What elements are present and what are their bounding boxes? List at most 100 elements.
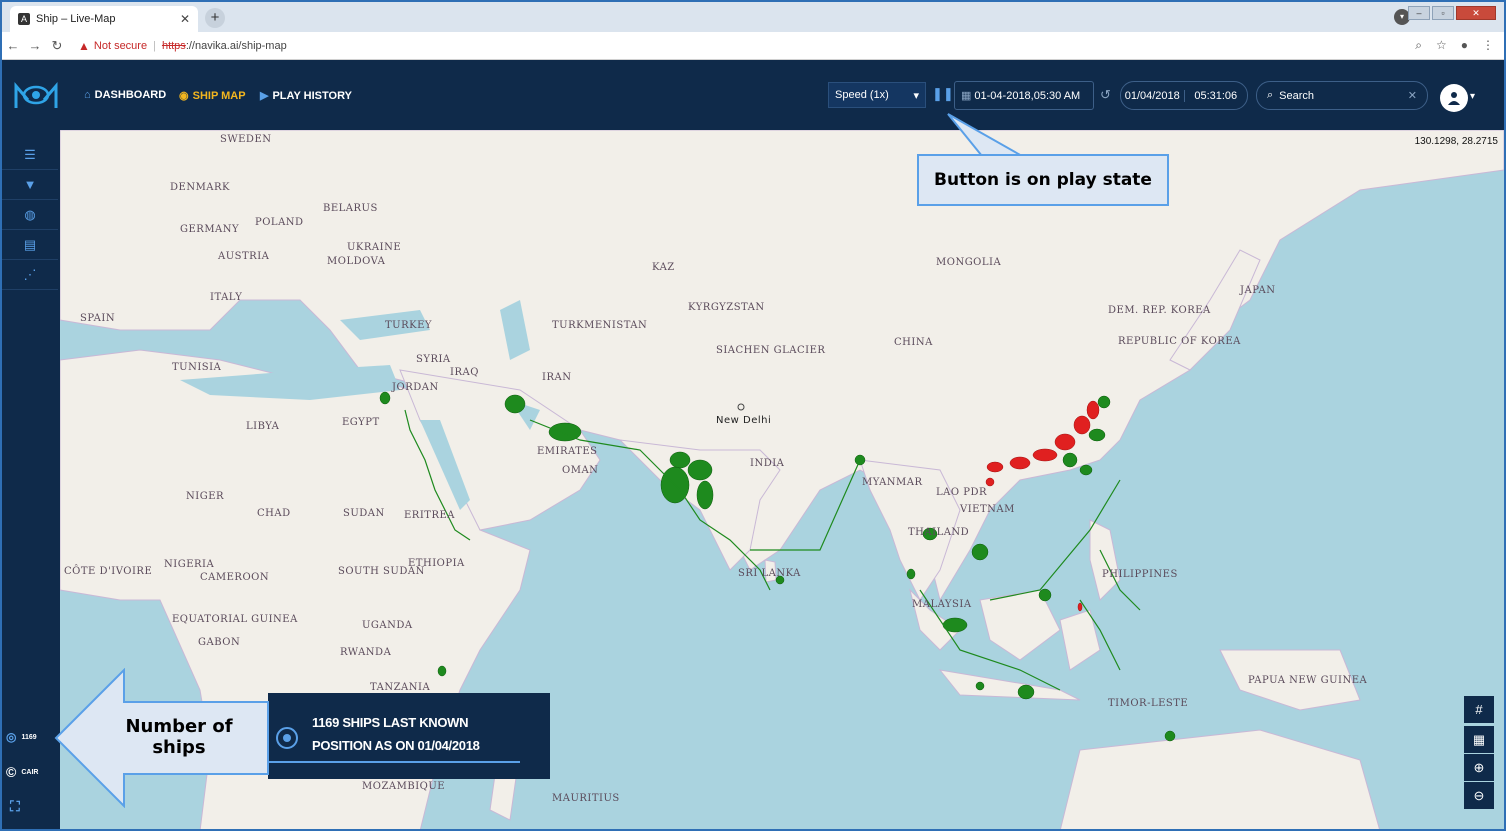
map-label: IRAN [542,372,571,383]
map-label: LAO PDR [936,487,987,498]
map-label: SYRIA [416,354,451,365]
left-sidebar: ☰ ▼ ◍ ▤ ⋰ ◎ 1169 © CAIR ⛶ [2,130,60,829]
map-label: OMAN [562,465,598,476]
layers-icon[interactable]: ▤ [2,230,58,260]
map-label: BELARUS [323,203,378,214]
browser-menu-icon[interactable]: ⋮ [1482,38,1494,53]
map-label: JORDAN [391,382,439,393]
map-label: CHAD [257,508,291,519]
window-close-icon[interactable]: ✕ [1456,6,1496,20]
map-label: SIACHEN GLACIER [716,345,825,356]
map-layer-icon[interactable]: ▦ [1464,726,1494,753]
map-label: THAILAND [908,527,969,538]
map-label: SRI LANKA [738,568,801,579]
browser-tab[interactable]: A Ship – Live-Map ✕ [10,6,198,32]
map-label: TURKEY [385,320,432,331]
new-tab-icon[interactable]: + [205,8,225,28]
target-icon: ◉ [179,90,189,102]
copyright-icon: © [6,764,17,780]
warning-icon[interactable]: ▲ [78,39,90,53]
maximize-icon[interactable]: ▫ [1432,6,1454,20]
map-label: REPUBLIC OF KOREA [1118,336,1241,347]
clock-date: 01/04/2018 [1121,89,1185,102]
speed-select[interactable]: Speed (1x) ▾ [828,82,926,108]
radar-icon [276,727,298,749]
bookmark-star-icon[interactable]: ☆ [1436,38,1447,53]
nav-play-history-label: PLAY HISTORY [272,89,352,102]
summary-line-2: POSITION AS ON 01/04/2018 [312,738,480,753]
ships-summary-panel: 1169 SHIPS LAST KNOWN POSITION AS ON 01/… [268,693,550,779]
clear-search-icon[interactable]: ✕ [1408,89,1417,102]
forward-icon[interactable]: → [24,38,46,53]
map-label: INDIA [750,458,785,469]
ship-count: 1169 [21,733,37,741]
calendar-icon: ▦ [961,90,972,102]
brand-label: CAIR [21,768,39,776]
reload-icon[interactable]: ↻ [46,38,68,54]
zoom-out-icon[interactable]: ⊖ [1464,782,1494,809]
pause-button[interactable]: ❚❚ [932,86,954,102]
map-label: SWEDEN [220,134,272,145]
user-menu-chevron-icon[interactable]: ▾ [1470,91,1475,102]
map-label: LIBYA [246,421,280,432]
map-label: POLAND [255,217,304,228]
filter-icon[interactable]: ▼ [2,170,58,200]
map-label: CHINA [894,337,933,348]
zoom-icon[interactable]: ⌕ [1415,38,1422,53]
reset-time-icon[interactable]: ↺ [1100,87,1111,103]
map-label: NIGER [186,491,224,502]
map-label: PHILIPPINES [1102,569,1178,580]
nav-play-history[interactable]: ▶ PLAY HISTORY [260,89,352,103]
user-icon [1448,92,1460,105]
menu-icon[interactable]: ☰ [2,140,58,170]
nav-dashboard[interactable]: ⌂ DASHBOARD [84,89,166,101]
address-divider: | [153,39,156,52]
globe-icon[interactable]: ◍ [2,200,58,230]
map-label: RWANDA [340,647,392,658]
map-label: ERITREA [404,510,455,521]
angular-favicon-icon: A [18,13,30,25]
callout-play-state-text: Button is on play state [934,170,1152,190]
callout-ships-count: Number of ships [124,704,234,770]
account-icon[interactable]: ● [1461,38,1468,53]
play-circle-icon: ▶ [260,90,269,102]
map-label: TIMOR-LESTE [1108,698,1188,709]
security-label[interactable]: Not secure [94,40,147,52]
map-label: SPAIN [80,313,115,324]
callout-ships-line-2: ships [152,737,206,758]
chevron-down-icon: ▾ [913,89,919,102]
map-label: NIGERIA [164,559,214,570]
zoom-in-icon[interactable]: ⊕ [1464,754,1494,781]
url-field[interactable]: https://navika.ai/ship-map [162,40,287,52]
speed-select-value: Speed (1x) [835,89,889,101]
cursor-coordinates: 130.1298, 28.2715 [1414,136,1498,147]
map-label: MOZAMBIQUE [362,781,445,792]
ship-count-badge[interactable]: ◎ 1169 [6,730,37,744]
nav-dashboard-label: DASHBOARD [94,89,167,101]
navika-logo-icon[interactable] [14,80,58,110]
map-label: DEM. REP. KOREA [1108,305,1211,316]
grid-toggle-icon[interactable]: # [1464,696,1494,723]
map-label: KYRGYZSTAN [688,302,765,313]
map-label: UGANDA [362,620,413,631]
map-label: IRAQ [450,367,479,378]
callout-pointer-play [947,113,1026,157]
datetime-picker[interactable]: ▦ 01-04-2018,05:30 AM [954,81,1094,110]
minimize-icon[interactable]: – [1408,6,1430,20]
tab-close-icon[interactable]: ✕ [180,12,190,26]
map-label: SUDAN [343,508,385,519]
search-placeholder: Search [1279,89,1315,102]
network-icon[interactable]: ⋰ [2,260,58,290]
user-avatar[interactable] [1440,84,1468,112]
fullscreen-icon[interactable]: ⛶ [10,798,20,815]
nav-ship-map-label: SHIP MAP [192,89,246,102]
back-icon[interactable]: ← [2,38,24,53]
map-label: PAPUA NEW GUINEA [1248,675,1368,686]
map-label: GABON [198,637,240,648]
map-label: EGYPT [342,417,380,428]
map-label: MAURITIUS [552,793,620,804]
nav-ship-map[interactable]: ◉ SHIP MAP [179,89,246,103]
url-scheme: https [161,39,186,52]
map-label: KAZ [652,262,675,273]
search-input[interactable]: ⌕ Search ✕ [1256,81,1428,110]
